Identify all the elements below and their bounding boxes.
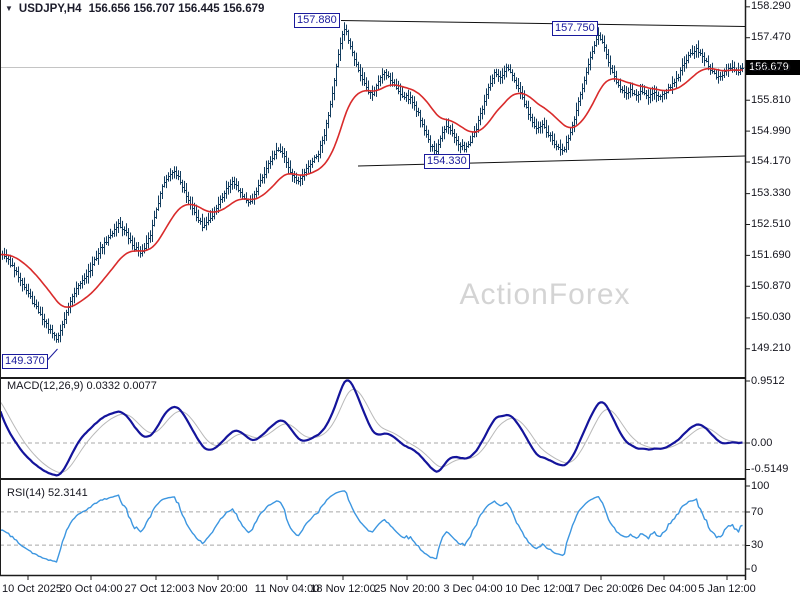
- low-label-connector: [48, 349, 58, 360]
- symbol-label: USDJPY,H4: [19, 3, 82, 15]
- price-axis-label: 151.690: [751, 249, 791, 261]
- price-axis-label: 156.650: [751, 62, 791, 74]
- ohlc-values: 156.656 156.707 156.445 156.679: [89, 3, 265, 15]
- price-axis-label: 155.810: [751, 94, 791, 106]
- annotation-support[interactable]: 154.330: [424, 154, 470, 169]
- price-axis-label: 152.510: [751, 218, 791, 230]
- price-axis-label: 150.030: [751, 311, 791, 323]
- price-axis-label: 153.330: [751, 187, 791, 199]
- price-bar-ticks: [0, 30, 744, 340]
- chart-window: ActionForex ▼USDJPY,H4156.656 156.707 15…: [0, 0, 800, 600]
- macd-axis-label: -0.5149: [751, 463, 788, 475]
- date-axis-label: 5 Jan 12:00: [687, 583, 767, 595]
- macd-signal-line: [1, 390, 743, 473]
- chevron-down-icon[interactable]: ▼: [5, 4, 13, 13]
- resistance-trendline[interactable]: [341, 21, 745, 27]
- price-bars[interactable]: [1, 22, 743, 343]
- macd-indicator-label: MACD(12,26,9) 0.0332 0.0077: [7, 380, 157, 392]
- price-axis-label: 149.210: [751, 342, 791, 354]
- macd-axis-label: 0.9512: [751, 375, 785, 387]
- rsi-axis-label: 100: [751, 480, 769, 492]
- chart-canvas[interactable]: [0, 0, 800, 600]
- macd-axis-label: 0.00: [751, 437, 772, 449]
- rsi-axis-label: 70: [751, 506, 763, 518]
- price-axis-label: 154.170: [751, 155, 791, 167]
- price-axis-label: 157.470: [751, 31, 791, 43]
- symbol-header: ▼ USDJPY,H4 156.656 156.707 156.445 156.67…: [5, 3, 264, 15]
- rsi-axis-label: 30: [751, 539, 763, 551]
- price-axis-label: 158.290: [751, 0, 791, 12]
- annotation-swing-high[interactable]: 157.880: [294, 13, 340, 28]
- price-axis-label: 150.870: [751, 280, 791, 292]
- ma-line: [1, 69, 743, 308]
- rsi-indicator-label: RSI(14) 52.3141: [7, 487, 88, 499]
- support-trendline[interactable]: [358, 156, 745, 166]
- rsi-line: [1, 491, 743, 562]
- rsi-axis-label: 0: [751, 563, 757, 575]
- macd-line: [1, 381, 743, 476]
- annotation-range-low[interactable]: 149.370: [2, 354, 48, 369]
- price-axis-label: 154.990: [751, 125, 791, 137]
- date-axis-label: 3 Nov 20:00: [178, 583, 258, 595]
- annotation-recent-high[interactable]: 157.750: [552, 21, 598, 36]
